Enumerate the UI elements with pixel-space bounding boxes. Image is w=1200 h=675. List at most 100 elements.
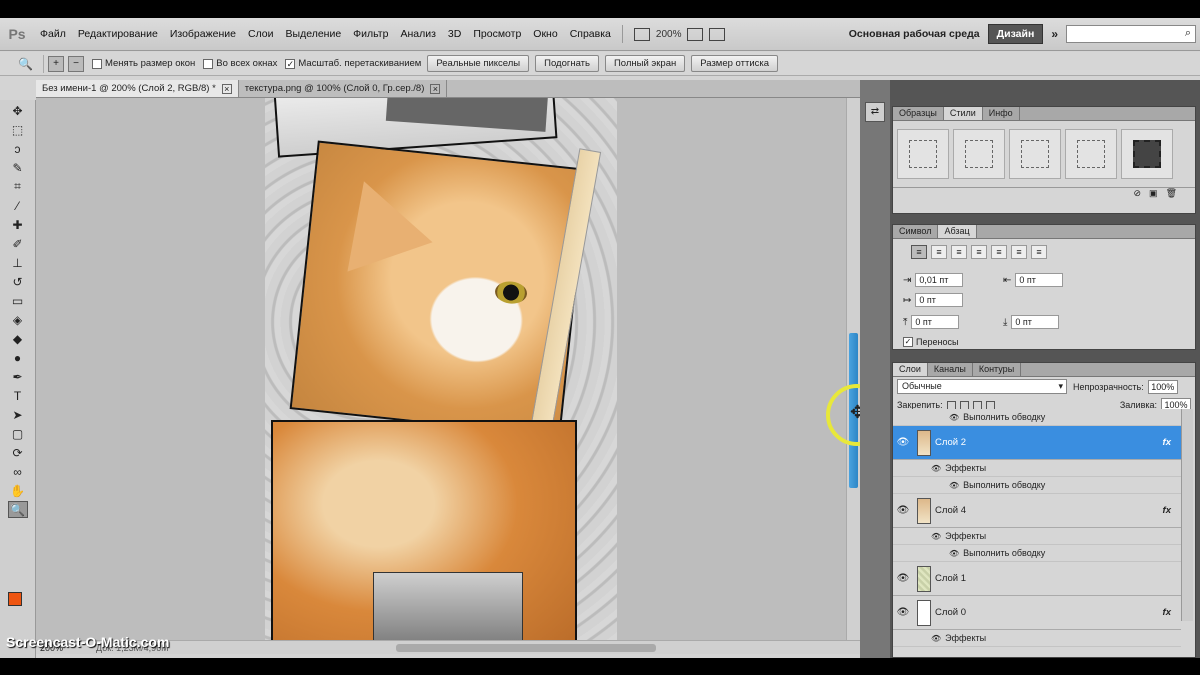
menu-view[interactable]: Просмотр bbox=[467, 28, 527, 40]
blur-tool-icon[interactable]: ◆ bbox=[8, 330, 28, 347]
new-style-icon[interactable]: ▣ bbox=[1149, 188, 1158, 199]
layer-row[interactable]: 👁 Слой 2 fx bbox=[893, 426, 1181, 460]
menu-filter[interactable]: Фильтр bbox=[347, 28, 394, 40]
collapsed-panel-icon[interactable]: ⇄ bbox=[865, 102, 885, 122]
first-line-value[interactable]: 0 пт bbox=[915, 293, 964, 307]
lasso-tool-icon[interactable]: ↄ bbox=[8, 140, 28, 157]
eraser-tool-icon[interactable]: ▭ bbox=[8, 292, 28, 309]
tab-info[interactable]: Инфо bbox=[983, 107, 1020, 120]
eye-icon[interactable]: 👁 bbox=[893, 573, 913, 584]
align-center-icon[interactable]: ≡ bbox=[931, 245, 947, 259]
justify-all-icon[interactable]: ≡ bbox=[1031, 245, 1047, 259]
align-right-icon[interactable]: ≡ bbox=[951, 245, 967, 259]
crop-tool-icon[interactable]: ⌗ bbox=[8, 178, 28, 195]
healing-tool-icon[interactable]: ✚ bbox=[8, 216, 28, 233]
document-canvas[interactable] bbox=[265, 98, 617, 640]
fx-icon[interactable]: fx bbox=[1163, 505, 1171, 516]
move-tool-icon[interactable]: ✥ bbox=[8, 102, 28, 119]
quick-select-tool-icon[interactable]: ✎ bbox=[8, 159, 28, 176]
hand-tool-icon[interactable]: ✋ bbox=[8, 482, 28, 499]
style-swatch[interactable] bbox=[953, 129, 1005, 179]
tab-swatches[interactable]: Образцы bbox=[893, 107, 944, 120]
search-field[interactable]: ⌕ bbox=[1066, 25, 1196, 43]
tab-channels[interactable]: Каналы bbox=[928, 363, 973, 376]
tab-document-2[interactable]: текстура.png @ 100% (Слой 0, Гр.сер./8) × bbox=[239, 80, 448, 97]
space-before-value[interactable]: 0 пт bbox=[911, 315, 960, 329]
layer-effects[interactable]: 👁 Эффекты bbox=[893, 528, 1181, 545]
menu-analysis[interactable]: Анализ bbox=[394, 28, 441, 40]
layer-row[interactable]: 👁 Слой 1 bbox=[893, 562, 1181, 596]
clear-style-icon[interactable]: ⊘ bbox=[1134, 188, 1142, 199]
layer-effects[interactable]: 👁 Эффекты bbox=[893, 630, 1181, 647]
workspace-label[interactable]: Основная рабочая среда bbox=[841, 28, 988, 40]
eye-icon[interactable]: 👁 bbox=[931, 634, 941, 643]
indent-left-field[interactable]: ⇥ 0,01 пт bbox=[903, 273, 964, 287]
opacity-input[interactable]: 100% bbox=[1147, 379, 1178, 394]
arrange-documents-icon[interactable] bbox=[687, 27, 704, 41]
layer-effects[interactable]: 👁 Эффекты bbox=[893, 460, 1181, 477]
space-after-value[interactable]: 0 пт bbox=[1011, 315, 1060, 329]
shape-tool-icon[interactable]: ▢ bbox=[8, 425, 28, 442]
foreground-color-swatch[interactable] bbox=[8, 592, 22, 606]
menu-edit[interactable]: Редактирование bbox=[72, 28, 164, 40]
resize-windows-checkbox[interactable]: Менять размер окон bbox=[92, 58, 195, 69]
layer-row[interactable]: 👁 Слой 4 fx bbox=[893, 494, 1181, 528]
pen-tool-icon[interactable]: ✒ bbox=[8, 368, 28, 385]
bucket-tool-icon[interactable]: ◈ bbox=[8, 311, 28, 328]
layer-name[interactable]: Слой 0 bbox=[935, 607, 966, 618]
layer-effect-stroke[interactable]: 👁 Выполнить обводку bbox=[893, 477, 1181, 494]
zoom-tool-icon[interactable]: 🔍 bbox=[7, 501, 28, 518]
eye-icon[interactable]: 👁 bbox=[949, 481, 959, 490]
indent-right-value[interactable]: 0 пт bbox=[1015, 273, 1064, 287]
screen-mode-icon[interactable] bbox=[709, 27, 726, 41]
more-workspaces-button[interactable]: » bbox=[1043, 27, 1066, 41]
tab-character[interactable]: Символ bbox=[893, 225, 939, 238]
layer-effect-stroke[interactable]: 👁 Выполнить обводку bbox=[893, 545, 1181, 562]
marquee-tool-icon[interactable]: ⬚ bbox=[8, 121, 28, 138]
menu-3d[interactable]: 3D bbox=[442, 28, 467, 40]
fx-icon[interactable]: fx bbox=[1163, 437, 1171, 448]
hyphenate-checkbox[interactable]: ✓ Переносы bbox=[903, 337, 958, 347]
layer-effect-stroke[interactable]: 👁 Выполнить обводку bbox=[893, 409, 1181, 426]
menu-select[interactable]: Выделение bbox=[280, 28, 348, 40]
zoom-in-icon[interactable]: + bbox=[48, 55, 64, 72]
align-left-icon[interactable]: ≡ bbox=[911, 245, 927, 259]
history-brush-icon[interactable]: ↺ bbox=[8, 273, 28, 290]
3d-rotate-tool-icon[interactable]: ⟳ bbox=[8, 444, 28, 461]
justify-last-right-icon[interactable]: ≡ bbox=[1011, 245, 1027, 259]
style-swatch[interactable] bbox=[897, 129, 949, 179]
style-swatch[interactable] bbox=[1009, 129, 1061, 179]
layer-name[interactable]: Слой 2 bbox=[935, 437, 966, 448]
type-tool-icon[interactable]: T bbox=[8, 387, 28, 404]
tab-layers[interactable]: Слои bbox=[893, 363, 928, 376]
blend-mode-select[interactable]: Обычные bbox=[897, 379, 1067, 394]
eye-icon[interactable]: 👁 bbox=[931, 532, 941, 541]
delete-icon[interactable]: 🗑 bbox=[1166, 188, 1177, 199]
indent-right-field[interactable]: ⇤ 0 пт bbox=[1003, 273, 1064, 287]
path-select-tool-icon[interactable]: ➤ bbox=[8, 406, 28, 423]
layer-name[interactable]: Слой 1 bbox=[935, 573, 966, 584]
tab-document-1[interactable]: Без имени-1 @ 200% (Слой 2, RGB/8) * × bbox=[36, 80, 239, 97]
menu-help[interactable]: Справка bbox=[564, 28, 617, 40]
space-before-field[interactable]: ⤒ 0 пт bbox=[903, 315, 960, 329]
scrubby-zoom-checkbox[interactable]: ✓ Масштаб. перетаскиванием bbox=[285, 58, 421, 69]
eyedropper-tool-icon[interactable]: ⁄ bbox=[8, 197, 28, 214]
style-swatch[interactable] bbox=[1121, 129, 1173, 179]
print-size-button[interactable]: Размер оттиска bbox=[691, 55, 779, 72]
eye-icon[interactable]: 👁 bbox=[893, 437, 913, 448]
canvas-area[interactable] bbox=[36, 98, 846, 640]
first-line-field[interactable]: ↦ 0 пт bbox=[903, 293, 964, 307]
eye-icon[interactable]: 👁 bbox=[931, 464, 941, 473]
eye-icon[interactable]: 👁 bbox=[893, 505, 913, 516]
3d-orbit-tool-icon[interactable]: ∞ bbox=[8, 463, 28, 480]
bridge-icon[interactable] bbox=[633, 27, 650, 41]
tab-styles[interactable]: Стили bbox=[943, 107, 983, 120]
brush-tool-icon[interactable]: ✐ bbox=[8, 235, 28, 252]
layer-name[interactable]: Слой 4 bbox=[935, 505, 966, 516]
tab-paragraph[interactable]: Абзац bbox=[938, 225, 977, 238]
close-icon[interactable]: × bbox=[430, 83, 441, 94]
fit-screen-button[interactable]: Подогнать bbox=[535, 55, 599, 72]
menu-file[interactable]: Файл bbox=[34, 28, 72, 40]
vertical-scrollbar[interactable] bbox=[846, 98, 860, 640]
justify-last-left-icon[interactable]: ≡ bbox=[971, 245, 987, 259]
